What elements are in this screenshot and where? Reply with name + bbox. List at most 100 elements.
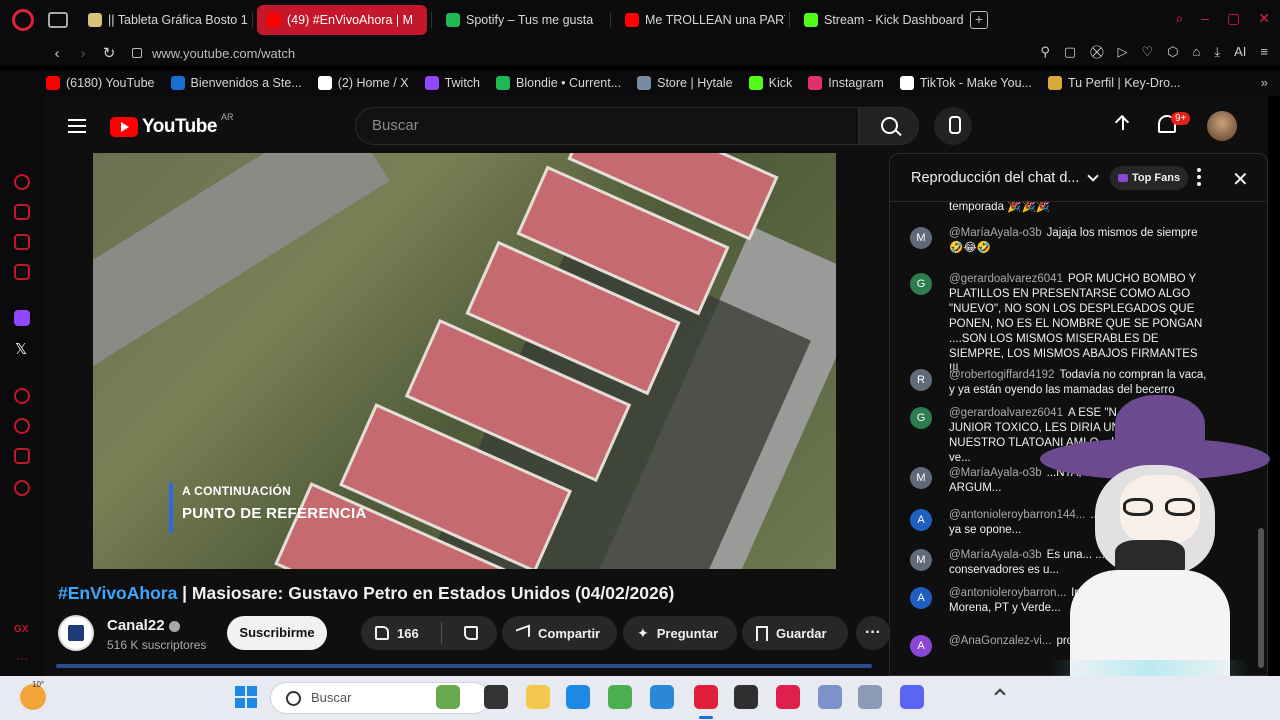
minecraft-app-icon[interactable]: [608, 685, 632, 709]
file-explorer-app-icon[interactable]: [526, 685, 550, 709]
url-field[interactable]: www.youtube.com/watch: [152, 46, 295, 61]
browser-tab[interactable]: Me TROLLEAN una PARTI: [615, 5, 785, 35]
guide-menu-icon[interactable]: [68, 119, 86, 133]
search-icon[interactable]: [859, 107, 919, 145]
wallet-icon[interactable]: ⌂: [1193, 44, 1201, 60]
forward-icon[interactable]: ›: [70, 45, 96, 62]
sidebar-history-icon[interactable]: [14, 418, 30, 434]
bookmark-item[interactable]: Tu Perfil | Key-Dro...: [1047, 76, 1180, 90]
opera-gx-app-icon[interactable]: [694, 685, 718, 709]
save-button[interactable]: Guardar: [742, 616, 848, 650]
bookmark-item[interactable]: Instagram: [808, 76, 884, 90]
like-button[interactable]: 166: [361, 616, 433, 650]
search-tabs-icon[interactable]: ⌕: [1175, 10, 1183, 27]
minecraft-map-app-icon[interactable]: [436, 685, 460, 709]
bookmark-item[interactable]: Store | Hytale: [637, 76, 733, 90]
chat-author-name[interactable]: @AnaGonzalez-vi...: [949, 635, 1051, 647]
youtube-logo[interactable]: YouTube AR: [110, 112, 233, 138]
maximize-icon[interactable]: ▢: [1227, 10, 1240, 27]
tab-island-icon[interactable]: [48, 12, 68, 28]
browser-tab[interactable]: Spotify – Tus me gusta: [436, 5, 606, 35]
channel-avatar[interactable]: [58, 615, 94, 651]
tray-overflow-icon[interactable]: [994, 688, 1006, 700]
browser-app-icon[interactable]: [818, 685, 842, 709]
chat-author-avatar[interactable]: R: [910, 369, 932, 391]
sidebar-cleaner-icon[interactable]: [14, 234, 30, 250]
snapshot-icon[interactable]: ▢: [1064, 44, 1076, 60]
video-player[interactable]: A CONTINUACIÓN PUNTO DE REFERENCIA: [93, 153, 836, 569]
chat-scroll-thumb[interactable]: [1258, 528, 1264, 668]
bookmarks-overflow-icon[interactable]: »: [1261, 75, 1268, 90]
reload-icon[interactable]: ↻: [96, 44, 122, 62]
ask-button[interactable]: ✦ Preguntar: [623, 616, 737, 650]
sidebar-messenger-icon[interactable]: [14, 264, 30, 280]
more-actions-button[interactable]: ···: [856, 616, 890, 650]
chat-author-avatar[interactable]: A: [910, 587, 932, 609]
chat-author-avatar[interactable]: M: [910, 467, 932, 489]
chat-author-name[interactable]: @gerardoalvarez6041: [949, 273, 1063, 285]
bookmark-item[interactable]: Blondie • Current...: [496, 76, 621, 90]
bookmark-item[interactable]: (2) Home / X: [317, 76, 409, 90]
terminal-app-icon[interactable]: [484, 685, 508, 709]
chat-scrollbar[interactable]: [1258, 208, 1264, 673]
channel-name-text[interactable]: Canal22: [107, 617, 165, 634]
close-chat-icon[interactable]: ✕: [1232, 167, 1249, 192]
back-icon[interactable]: ‹: [44, 45, 70, 62]
sidebar-settings-icon[interactable]: [14, 480, 30, 496]
sidebar-sync-icon[interactable]: [14, 174, 30, 190]
create-upload-icon[interactable]: [1113, 114, 1133, 134]
photos-app-icon[interactable]: [650, 685, 674, 709]
channel-name[interactable]: Canal22: [107, 617, 180, 634]
store-app-icon[interactable]: [566, 685, 590, 709]
discord-app-icon[interactable]: [900, 685, 924, 709]
bookmark-item[interactable]: (6180) YouTube: [46, 76, 155, 90]
chat-author-avatar[interactable]: A: [910, 509, 932, 531]
chevron-down-icon[interactable]: [1087, 169, 1100, 182]
minimize-icon[interactable]: –: [1201, 10, 1209, 27]
browser-tab[interactable]: || Tableta Gráfica Bosto 12: [78, 5, 248, 35]
sidebar-twitch-icon[interactable]: [14, 310, 30, 326]
sidebar-more-icon[interactable]: ···: [16, 651, 28, 665]
chat-author-name[interactable]: @antonioleroybarron144...: [949, 509, 1085, 521]
extensions-icon[interactable]: ⬡: [1167, 44, 1178, 60]
obs-app-icon[interactable]: [734, 685, 758, 709]
subscribe-button[interactable]: Suscribirme: [227, 616, 327, 650]
chat-author-name[interactable]: @gerardoalvarez6041: [949, 407, 1063, 419]
aria-ai-button[interactable]: AI: [1234, 44, 1246, 60]
sidebar-extensions-icon[interactable]: [14, 448, 30, 464]
lock-icon[interactable]: [132, 48, 142, 58]
account-avatar[interactable]: [1207, 111, 1237, 141]
chat-author-avatar[interactable]: A: [910, 635, 932, 657]
chat-author-name[interactable]: @robertogiffard4192: [949, 369, 1054, 381]
opera-gx-logo-icon[interactable]: [12, 9, 34, 31]
hashtag-link[interactable]: #EnVivoAhora: [58, 583, 177, 603]
tiktok-app-icon[interactable]: [776, 685, 800, 709]
share-button[interactable]: Compartir: [502, 616, 617, 650]
menu-icon[interactable]: ≡: [1260, 44, 1268, 60]
chat-author-name[interactable]: @MaríaAyala-o3b: [949, 467, 1042, 479]
chat-title[interactable]: Reproducción del chat d...: [911, 170, 1079, 186]
chat-author-name[interactable]: @MaríaAyala-o3b: [949, 549, 1042, 561]
sidebar-gx-icon[interactable]: GX: [14, 624, 28, 635]
windows-start-icon[interactable]: [235, 686, 257, 708]
microphone-icon[interactable]: [934, 107, 972, 145]
bookmark-item[interactable]: Twitch: [424, 76, 480, 90]
download-icon[interactable]: ⤓: [1214, 44, 1220, 60]
bookmark-item[interactable]: Kick: [748, 76, 792, 90]
chat-author-avatar[interactable]: M: [910, 227, 932, 249]
sidebar-player-icon[interactable]: [14, 388, 30, 404]
chat-author-avatar[interactable]: G: [910, 407, 932, 429]
chat-options-icon[interactable]: [1197, 168, 1201, 186]
sidebar-x-icon[interactable]: 𝕏: [15, 340, 27, 358]
adblock-icon[interactable]: ⛒: [1090, 44, 1103, 60]
new-tab-button[interactable]: +: [970, 11, 988, 29]
browser-tab[interactable]: Stream - Kick Dashboard: [794, 5, 964, 35]
search-input[interactable]: Buscar: [355, 107, 859, 145]
chat-author-avatar[interactable]: G: [910, 273, 932, 295]
bookmark-item[interactable]: TikTok - Make You...: [899, 76, 1032, 90]
heart-icon[interactable]: ♡: [1141, 44, 1153, 60]
player-icon[interactable]: ▷: [1117, 44, 1127, 60]
close-window-icon[interactable]: ✕: [1258, 10, 1270, 27]
bookmark-item[interactable]: Bienvenidos a Ste...: [170, 76, 302, 90]
sidebar-gx-control-icon[interactable]: [14, 204, 30, 220]
